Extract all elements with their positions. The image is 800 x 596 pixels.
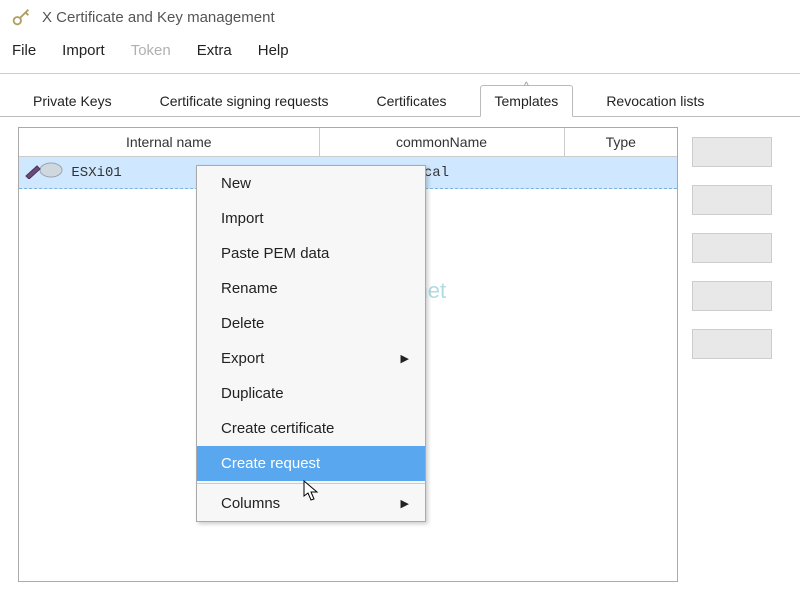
side-button-4[interactable] <box>692 281 772 311</box>
menubar: File Import Token Extra Help <box>0 34 800 73</box>
tab-certificates[interactable]: Certificates <box>361 85 461 117</box>
tab-private-keys[interactable]: Private Keys <box>18 85 127 117</box>
submenu-arrow-icon: ▶ <box>401 497 409 510</box>
side-button-5[interactable] <box>692 329 772 359</box>
titlebar: X Certificate and Key management <box>0 0 800 34</box>
cm-create-request[interactable]: Create request <box>197 446 425 481</box>
side-button-3[interactable] <box>692 233 772 263</box>
cm-create-certificate[interactable]: Create certificate <box>197 411 425 446</box>
menu-extra[interactable]: Extra <box>197 42 232 59</box>
menu-token: Token <box>131 42 171 59</box>
cm-new[interactable]: New <box>197 166 425 201</box>
cm-columns[interactable]: Columns▶ <box>197 486 425 521</box>
col-common-name[interactable]: commonName <box>319 128 564 157</box>
cell-internal-name: ESXi01 <box>71 165 121 181</box>
submenu-arrow-icon: ▶ <box>401 352 409 365</box>
cm-import[interactable]: Import <box>197 201 425 236</box>
cell-type <box>564 157 677 189</box>
tab-templates-label: Templates <box>495 93 559 109</box>
context-menu: New Import Paste PEM data Rename Delete … <box>196 165 426 522</box>
tab-revocation[interactable]: Revocation lists <box>591 85 719 117</box>
window-title: X Certificate and Key management <box>42 9 275 26</box>
cm-export[interactable]: Export▶ <box>197 341 425 376</box>
side-button-2[interactable] <box>692 185 772 215</box>
col-internal-name[interactable]: Internal name <box>19 128 319 157</box>
template-icon <box>23 161 63 184</box>
tab-templates[interactable]: ^ Templates <box>480 85 574 117</box>
menu-file[interactable]: File <box>12 42 36 59</box>
cm-duplicate[interactable]: Duplicate <box>197 376 425 411</box>
right-button-column <box>678 127 768 582</box>
key-icon <box>10 6 32 28</box>
cm-separator <box>197 483 425 484</box>
tab-csr[interactable]: Certificate signing requests <box>145 85 344 117</box>
tab-sort-indicator-icon: ^ <box>524 81 529 92</box>
tab-bar: Private Keys Certificate signing request… <box>0 74 800 117</box>
menu-help[interactable]: Help <box>258 42 289 59</box>
cm-rename[interactable]: Rename <box>197 271 425 306</box>
side-button-1[interactable] <box>692 137 772 167</box>
cm-paste-pem[interactable]: Paste PEM data <box>197 236 425 271</box>
menu-import[interactable]: Import <box>62 42 105 59</box>
col-type[interactable]: Type <box>564 128 677 157</box>
cm-delete[interactable]: Delete <box>197 306 425 341</box>
